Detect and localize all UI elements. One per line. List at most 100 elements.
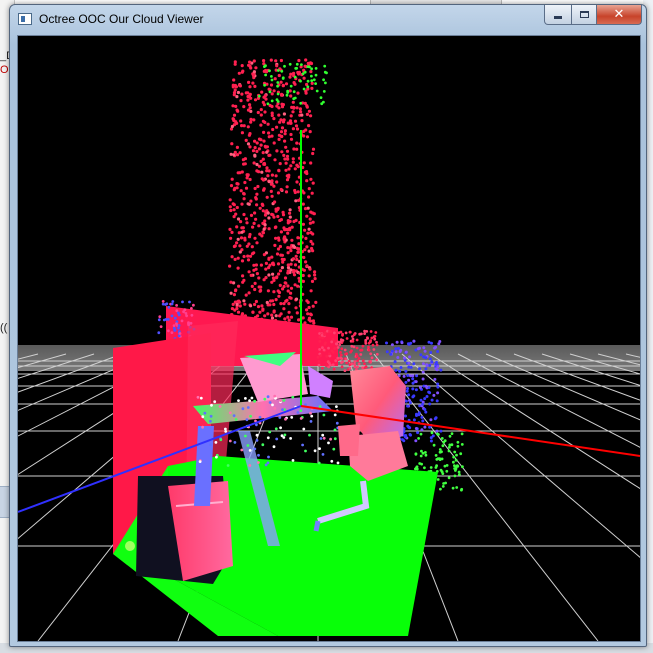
cloud-point — [328, 329, 331, 333]
cloud-point — [255, 439, 259, 442]
cloud-point — [252, 221, 256, 225]
cloud-point — [403, 435, 407, 439]
cloud-point — [277, 290, 282, 295]
cloud-point — [255, 192, 259, 196]
point-cloud-canvas[interactable] — [18, 36, 640, 641]
cloud-point — [271, 276, 276, 280]
cloud-point — [255, 433, 259, 437]
cloud-point — [250, 252, 255, 256]
minimize-button[interactable] — [544, 5, 572, 25]
cloud-point — [245, 176, 249, 180]
cloud-point — [281, 260, 285, 264]
cloud-point — [421, 402, 425, 406]
cloud-point — [322, 413, 326, 417]
cloud-point — [253, 211, 257, 215]
cloud-point — [352, 345, 356, 349]
cloud-point — [291, 257, 296, 261]
cloud-point — [323, 64, 327, 68]
cloud-point — [367, 348, 371, 352]
cloud-point — [447, 449, 451, 453]
cloud-point — [229, 152, 233, 156]
cloud-point — [306, 206, 310, 210]
viewer-window[interactable]: Octree OOC Our Cloud Viewer ✕ — [9, 4, 647, 647]
cloud-point — [455, 453, 458, 457]
close-button[interactable]: ✕ — [597, 5, 642, 25]
cloud-point — [260, 304, 264, 308]
cloud-point — [436, 391, 440, 395]
cloud-point — [258, 289, 262, 293]
cloud-point — [272, 302, 276, 307]
point-cloud-tower — [226, 58, 320, 361]
cloud-point — [299, 409, 303, 412]
cloud-point — [263, 223, 267, 227]
cloud-point — [306, 312, 310, 316]
cloud-point — [309, 210, 313, 214]
cloud-point — [270, 194, 274, 198]
cloud-point — [422, 346, 426, 350]
cloud-point — [261, 203, 265, 207]
cloud-point — [448, 434, 452, 438]
cloud-point — [266, 312, 270, 316]
cloud-point — [209, 443, 212, 447]
cloud-point — [339, 340, 342, 344]
cloud-point — [313, 449, 317, 453]
title-bar[interactable]: Octree OOC Our Cloud Viewer ✕ — [10, 5, 646, 35]
cloud-point — [345, 352, 348, 356]
cloud-point — [311, 181, 315, 185]
cloud-point — [261, 443, 265, 447]
cloud-point — [288, 89, 292, 93]
cloud-point — [294, 254, 298, 258]
cloud-point — [158, 315, 162, 319]
cloud-point — [199, 396, 203, 400]
cloud-point — [258, 310, 262, 314]
cloud-point — [268, 401, 272, 404]
cloud-point — [270, 75, 273, 78]
cloud-point — [405, 389, 409, 393]
cloud-point — [305, 135, 310, 139]
cloud-point — [280, 93, 284, 97]
app-window-icon[interactable] — [18, 13, 32, 25]
cloud-point — [424, 453, 428, 457]
cloud-point — [427, 390, 431, 394]
cloud-point — [411, 374, 415, 378]
cloud-point — [293, 119, 298, 123]
cloud-point — [267, 266, 271, 270]
cloud-point — [233, 186, 237, 190]
cloud-point — [262, 130, 266, 134]
cloud-point — [302, 161, 306, 165]
cloud-point — [313, 277, 317, 281]
cloud-point — [415, 374, 419, 378]
cloud-point — [344, 331, 348, 335]
cloud-point — [305, 179, 309, 183]
cloud-point — [348, 366, 352, 370]
cloud-point — [259, 263, 263, 267]
cloud-point — [265, 166, 269, 170]
cloud-point — [427, 386, 431, 389]
cloud-point — [314, 73, 318, 77]
cloud-point — [304, 236, 308, 240]
cloud-point — [270, 111, 274, 115]
cloud-point — [304, 58, 308, 62]
maximize-button[interactable] — [572, 5, 597, 25]
cloud-point — [320, 102, 324, 106]
cloud-point — [231, 83, 235, 87]
cloud-point — [239, 99, 243, 103]
cloud-point — [307, 187, 311, 191]
cloud-point — [291, 110, 295, 114]
cloud-point — [236, 266, 240, 270]
cloud-point — [286, 91, 290, 94]
cloud-point — [287, 173, 291, 177]
cloud-point — [271, 403, 274, 407]
cloud-point — [237, 284, 241, 288]
cloud-point — [436, 350, 440, 353]
cloud-point — [304, 260, 308, 264]
3d-viewport[interactable] — [17, 35, 641, 642]
cloud-point — [277, 294, 281, 298]
cloud-point — [294, 124, 299, 128]
cloud-point — [293, 82, 297, 86]
cloud-point — [243, 162, 247, 166]
cloud-point — [290, 238, 294, 242]
cloud-point — [284, 417, 287, 421]
cloud-point — [246, 91, 250, 95]
cloud-point — [275, 98, 279, 102]
